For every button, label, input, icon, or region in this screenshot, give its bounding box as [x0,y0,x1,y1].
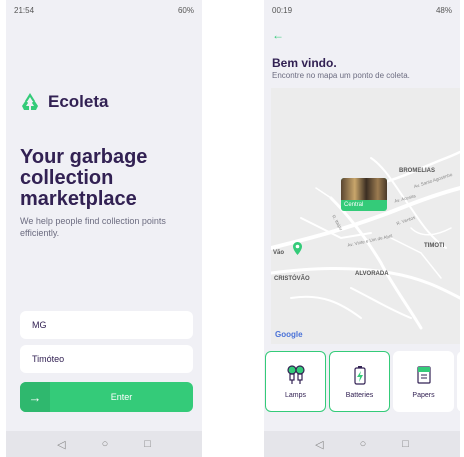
papers-icon [416,366,431,384]
item-batteries[interactable]: Batteries [329,351,390,412]
enter-button-label: Enter [110,392,133,402]
item-label: Batteries [345,392,374,399]
items-list: Lamps Batteries Papers [264,351,460,413]
item-papers[interactable]: Papers [393,351,454,412]
android-nav-bar: ◁ ○ □ [6,431,202,457]
status-bar: 21:54 60% [6,0,202,20]
marker-label: Central [344,202,364,208]
map-view[interactable]: BROMELIAS TIMOTI ALVORADA CRISTÓVÃO Vão … [271,88,460,344]
status-time: 21:54 [14,5,35,15]
status-battery: 60% [177,5,194,15]
app-logo: Ecoleta [20,92,108,112]
app-name: Ecoleta [48,92,109,111]
map-label-vao: Vão [273,250,285,256]
point-image [341,178,387,200]
home-screen: 21:54 60% Ecoleta Your garbage collectio… [6,0,202,457]
enter-button[interactable]: → Enter [20,382,193,412]
nav-back-icon[interactable]: ◁ [315,438,323,451]
map-pin-icon[interactable] [293,242,302,255]
map-label-timoti: TIMOTI [424,243,445,249]
status-bar: 00:19 48% [264,0,460,20]
item-label: Papers [412,392,435,399]
status-time: 00:19 [272,5,293,15]
back-arrow-icon[interactable]: ← [272,28,284,42]
android-nav-bar: ◁ ○ □ [264,431,460,457]
nav-back-icon[interactable]: ◁ [57,438,65,451]
city-input[interactable]: Timóteo [20,345,193,373]
collection-point-marker[interactable]: Central [341,178,387,211]
status-battery: 48% [435,5,452,15]
recycle-icon [22,93,38,110]
battery-icon [353,366,366,385]
map-label-alvorada: ALVORADA [355,271,389,277]
item-label: Lamps [284,392,306,399]
arrow-right-icon: → [20,382,50,412]
nav-home-icon[interactable]: ○ [360,438,367,450]
welcome-subtitle: Encontre no mapa um ponto de coleta. [272,71,410,80]
lamps-icon [286,365,305,384]
item-next-partial[interactable] [457,351,460,412]
page-title: Your garbage collection marketplace [20,146,148,210]
uf-input[interactable]: MG [20,311,193,339]
map-streets [271,150,460,330]
page-subtitle: We help people find collection points ef… [20,216,166,238]
nav-home-icon[interactable]: ○ [102,438,109,450]
map-label-cristovao: CRISTÓVÃO [274,276,310,282]
google-attribution: Google [275,330,303,339]
map-label-bromelias: BROMELIAS [399,168,435,174]
item-lamps[interactable]: Lamps [265,351,326,412]
nav-recent-icon[interactable]: □ [402,438,409,450]
welcome-title: Bem vindo. [272,56,337,70]
points-screen: 00:19 48% ← Bem vindo. Encontre no mapa … [264,0,460,457]
nav-recent-icon[interactable]: □ [144,438,151,450]
